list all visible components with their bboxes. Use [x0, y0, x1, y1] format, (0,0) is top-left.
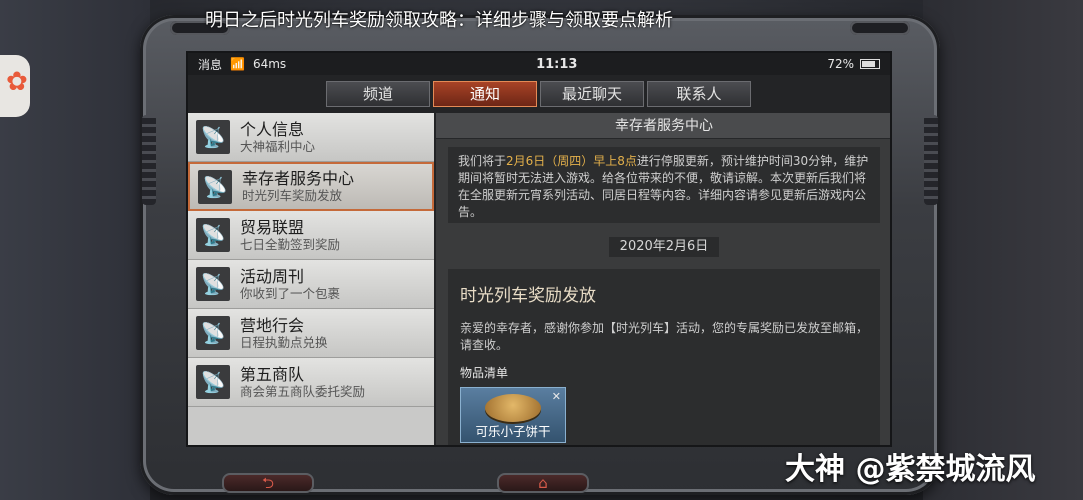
date-separator: 2020年2月6日 [609, 237, 719, 257]
reward-item-name: 可乐小子饼干 [475, 424, 551, 439]
reward-message: 时光列车奖励发放 亲爱的幸存者，感谢你参加【时光列车】活动，您的专属奖励已发放至… [448, 269, 880, 445]
maintenance-message: 我们将于2月6日（周四）早上8点进行停服更新，预计维护时间30分钟，维护期间将暂… [448, 147, 880, 223]
background-right [923, 0, 1083, 500]
carrier-label: 消息 [198, 57, 223, 72]
flower-icon: ✿ [6, 67, 28, 97]
satellite-dish-icon: 📡 [196, 316, 230, 350]
sidebar-item-personal-info[interactable]: 📡 个人信息 大神福利中心 [188, 113, 434, 162]
frame-bolt [850, 21, 910, 35]
status-bar: 消息 📶 64ms 11:13 72% [188, 53, 890, 75]
sidebar-item-survivor-service[interactable]: 📡 幸存者服务中心 时光列车奖励发放 [188, 162, 434, 211]
satellite-dish-icon: 📡 [196, 267, 230, 301]
tab-notification[interactable]: 通知 [433, 81, 537, 107]
battery-icon [860, 59, 880, 69]
watermark: 大神 @紫禁城流风 [785, 452, 1036, 487]
sidebar-item-title: 第五商队 [240, 364, 305, 384]
message-panel[interactable]: 幸存者服务中心 我们将于2月6日（周四）早上8点进行停服更新，预计维护时间30分… [436, 113, 890, 445]
latency-label: 64ms [252, 57, 287, 71]
clock: 11:13 [536, 56, 578, 72]
maintenance-text: 我们将于 [458, 154, 507, 168]
message-panel-header: 幸存者服务中心 [436, 113, 890, 139]
frame-grip-right [924, 115, 938, 205]
side-app-shortcut[interactable]: ✿ [0, 55, 30, 117]
sidebar-item-event-weekly[interactable]: 📡 活动周刊 你收到了一个包裹 [188, 260, 434, 309]
reward-item-card[interactable]: ✕ 可乐小子饼干 [460, 387, 566, 443]
satellite-dish-icon: 📡 [198, 169, 232, 204]
home-button[interactable]: ⌂ [497, 473, 589, 493]
wifi-icon: 📶 [230, 57, 245, 71]
sidebar-item-camp-guild[interactable]: 📡 营地行会 日程执勤点兑换 [188, 309, 434, 358]
reward-message-title: 时光列车奖励发放 [460, 286, 596, 306]
device-screen: 消息 📶 64ms 11:13 72% 频道 通知 最近聊天 联系人 📡 个人信… [186, 51, 892, 447]
sidebar-item-subtitle: 七日全勤签到奖励 [240, 236, 341, 252]
maintenance-text: 进行停服更新，预计维护时间30分 [636, 154, 821, 168]
sidebar-item-title: 活动周刊 [240, 266, 305, 286]
back-button[interactable]: ⮌ [222, 473, 314, 493]
sidebar-item-subtitle: 时光列车奖励发放 [242, 188, 343, 203]
battery-percent: 72% [827, 57, 854, 71]
reward-message-body: 亲爱的幸存者，感谢你参加【时光列车】活动，您的专属奖励已发放至邮箱，请查收。 [460, 321, 869, 352]
sidebar-item-subtitle: 商会第五商队委托奖励 [240, 383, 366, 399]
sidebar-item-trade-alliance[interactable]: 📡 贸易联盟 七日全勤签到奖励 [188, 211, 434, 260]
sidebar-item-title: 个人信息 [240, 119, 305, 139]
notification-sidebar: 📡 个人信息 大神福利中心 📡 幸存者服务中心 时光列车奖励发放 📡 贸易联盟 … [188, 113, 434, 445]
maintenance-time-highlight: 2月6日（周四）早上8点 [506, 154, 637, 168]
tab-channel[interactable]: 频道 [326, 81, 430, 107]
satellite-dish-icon: 📡 [196, 120, 230, 154]
article-headline: 明日之后时光列车奖励领取攻略：详细步骤与领取要点解析 [205, 10, 673, 31]
sidebar-item-fifth-caravan[interactable]: 📡 第五商队 商会第五商队委托奖励 [188, 358, 434, 407]
sidebar-item-title: 幸存者服务中心 [242, 169, 355, 188]
tab-contacts[interactable]: 联系人 [647, 81, 751, 107]
tab-recent-chats[interactable]: 最近聊天 [540, 81, 644, 107]
sidebar-item-title: 营地行会 [240, 315, 305, 335]
crossed-tools-icon: ✕ [551, 390, 561, 403]
sidebar-item-subtitle: 你收到了一个包裹 [240, 285, 341, 301]
frame-grip-left [142, 115, 156, 205]
satellite-dish-icon: 📡 [196, 218, 230, 252]
item-list-label: 物品清单 [460, 366, 509, 380]
sidebar-item-title: 贸易联盟 [240, 217, 305, 237]
biscuit-icon [485, 394, 541, 422]
sidebar-item-subtitle: 大神福利中心 [240, 138, 316, 154]
tab-bar: 频道 通知 最近聊天 联系人 [326, 81, 751, 107]
sidebar-item-subtitle: 日程执勤点兑换 [240, 334, 328, 350]
satellite-dish-icon: 📡 [196, 365, 230, 399]
